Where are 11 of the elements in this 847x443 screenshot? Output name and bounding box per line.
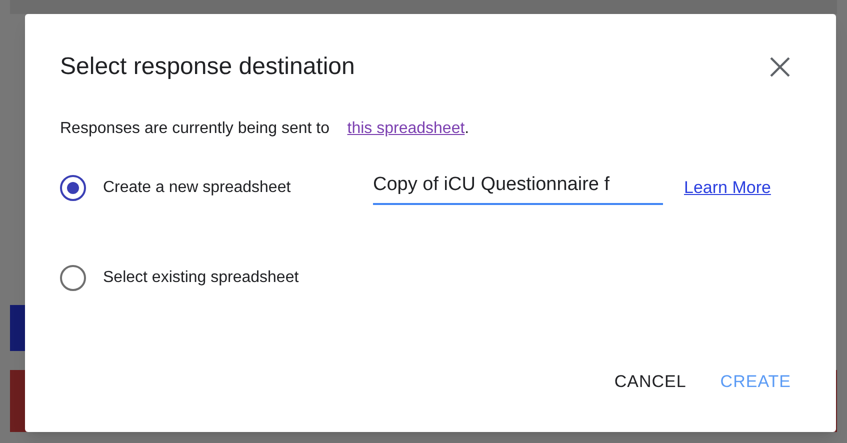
destination-message: Responses are currently being sent to this spreadsheet. bbox=[59, 119, 470, 139]
radio-button[interactable] bbox=[60, 175, 86, 201]
spreadsheet-link[interactable]: this spreadsheet bbox=[347, 120, 465, 137]
radio-button[interactable] bbox=[60, 265, 86, 291]
learn-more-link[interactable]: Learn More bbox=[684, 175, 771, 201]
option-label[interactable]: Create a new spreadsheet bbox=[103, 176, 373, 200]
dialog-title: Select response destination bbox=[60, 52, 355, 82]
close-icon[interactable] bbox=[769, 56, 791, 78]
cancel-button[interactable]: CANCEL bbox=[614, 368, 686, 394]
option-label[interactable]: Select existing spreadsheet bbox=[103, 266, 373, 290]
spreadsheet-name-field[interactable]: Copy of iCU Questionnaire f bbox=[373, 170, 663, 206]
